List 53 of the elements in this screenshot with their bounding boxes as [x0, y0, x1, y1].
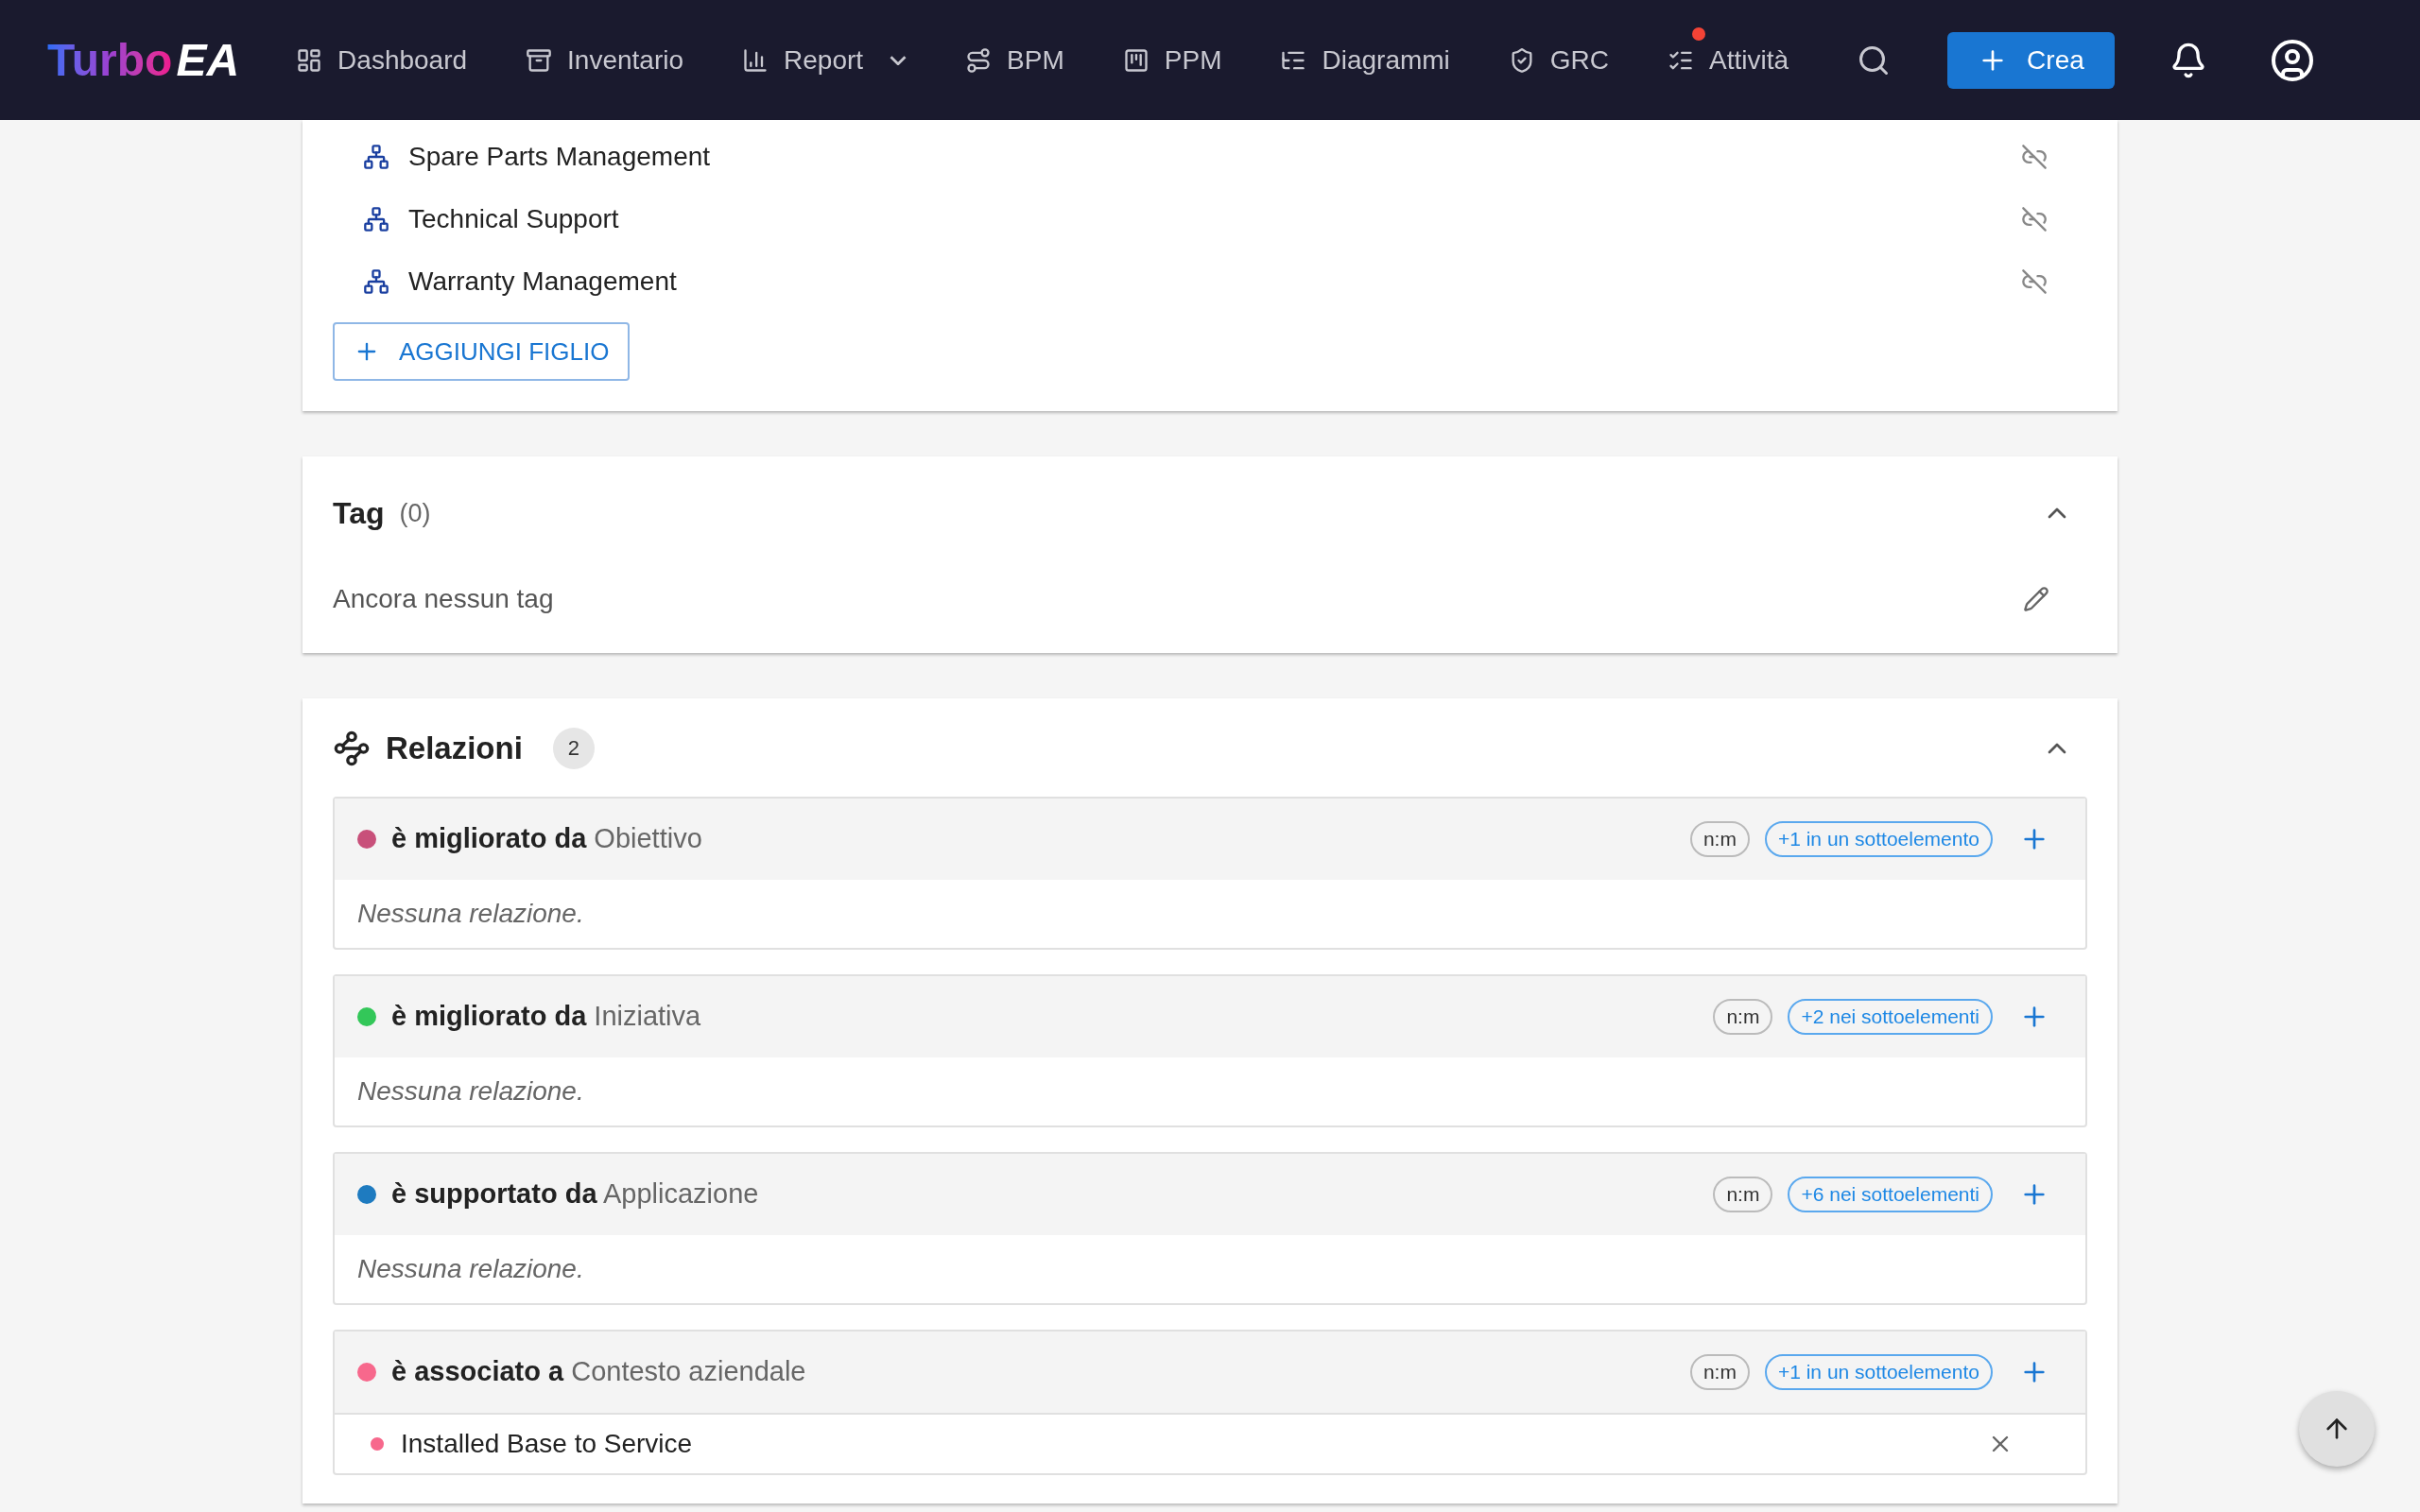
empty-relation-text: Nessuna relazione. — [357, 1074, 584, 1108]
hierarchy-icon — [363, 144, 389, 170]
relation-header[interactable]: è migliorato da Iniziativa n:m +2 nei sottoelementi — [335, 975, 2085, 1057]
section-title: Relazioni — [386, 730, 523, 767]
empty-tags-text: Ancora nessun tag — [333, 583, 554, 615]
relation-type-label: è migliorato da Iniziativa — [391, 999, 701, 1033]
create-button[interactable]: Crea — [1947, 31, 2115, 89]
nav-link[interactable]: Inventario — [526, 23, 684, 97]
nav-link[interactable]: Report — [742, 23, 908, 97]
network-icon — [333, 729, 371, 767]
dashboard-icon — [296, 46, 323, 74]
subitem-count-chip: +6 nei sottoelementi — [1788, 1176, 1993, 1212]
board-icon — [1122, 46, 1150, 74]
relation-type-label: è associato a Contesto aziendale — [391, 1354, 806, 1388]
relation-header[interactable]: è migliorato da Obiettivo n:m +1 in un sottoelemento — [335, 798, 2085, 880]
empty-relation-text: Nessuna relazione. — [357, 897, 584, 930]
route-icon — [965, 46, 993, 74]
cardinality-chip: n:m — [1713, 998, 1773, 1035]
count-badge: 2 — [552, 727, 595, 769]
add-child-button[interactable]: AGGIUNGI FIGLIO — [333, 322, 631, 381]
archive-box-icon — [526, 46, 553, 74]
relation-type-label: è migliorato da Obiettivo — [391, 821, 702, 855]
hierarchy-icon — [363, 206, 389, 232]
nav-link[interactable]: Dashboard — [296, 23, 468, 97]
cardinality-chip: n:m — [1713, 1176, 1773, 1212]
unlink-icon[interactable] — [2021, 268, 2048, 295]
child-name[interactable]: Spare Parts Management — [408, 137, 711, 177]
unlink-icon[interactable] — [2021, 144, 2048, 170]
nav-link[interactable]: PPM — [1122, 23, 1222, 97]
relation-type-label: è supportato da Applicazione — [391, 1177, 759, 1211]
child-name[interactable]: Warranty Management — [408, 262, 677, 301]
nav-link[interactable]: Diagrammi — [1280, 23, 1450, 97]
unlink-icon[interactable] — [2021, 206, 2048, 232]
tag-count: (0) — [399, 497, 431, 529]
nav-link[interactable]: Attività — [1668, 23, 1789, 97]
scroll-to-top-button[interactable] — [2299, 1391, 2375, 1467]
bar-chart-icon — [742, 46, 769, 74]
relation-header[interactable]: è supportato da Applicazione n:m +6 nei sottoelementi — [335, 1153, 2085, 1235]
account-icon[interactable] — [2269, 37, 2315, 83]
subitem-count-chip: +2 nei sottoelementi — [1788, 998, 1993, 1035]
hierarchy-icon — [363, 268, 389, 295]
nav-link[interactable]: BPM — [965, 23, 1064, 97]
related-item-name[interactable]: Installed Base to Service — [401, 1423, 693, 1464]
edit-icon[interactable] — [2023, 586, 2049, 612]
subitem-count-chip: +1 in un sottoelemento — [1764, 1353, 1993, 1390]
cardinality-chip: n:m — [1689, 820, 1750, 857]
cardinality-chip: n:m — [1689, 1353, 1750, 1390]
nav-link[interactable]: GRC — [1508, 23, 1610, 97]
subitem-count-chip: +1 in un sottoelemento — [1764, 820, 1993, 857]
relation-header[interactable]: è associato a Contesto aziendale n:m +1 in un sottoelemento — [335, 1331, 2085, 1413]
empty-relation-text: Nessuna relazione. — [357, 1252, 584, 1285]
child-name[interactable]: Technical Support — [408, 199, 619, 239]
section-title: Tag — [333, 495, 385, 532]
